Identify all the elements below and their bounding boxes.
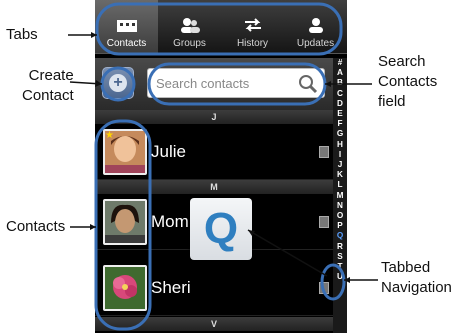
contact-name: Julie [151, 142, 186, 161]
groups-icon [179, 16, 201, 34]
contact-photo [103, 199, 147, 245]
tab-bar: Contacts Groups History Updates [95, 0, 347, 54]
tab-history[interactable]: History [221, 0, 284, 53]
contacts-icon [116, 16, 138, 34]
search-field-annotation-label: Search Contacts field [378, 53, 438, 110]
index-letter-l[interactable]: L [337, 180, 342, 190]
index-letter-k[interactable]: K [337, 170, 343, 180]
google-account-icon [319, 216, 329, 228]
tab-updates[interactable]: Updates [284, 0, 347, 53]
phone-screen: Contacts Groups History Updates + Search [95, 0, 347, 333]
section-header: J [95, 110, 333, 124]
index-letter-n[interactable]: N [337, 201, 343, 211]
index-letter-hash[interactable]: # [338, 58, 343, 68]
list-item[interactable]: Sheri [95, 260, 333, 316]
index-letter-m[interactable]: M [337, 191, 344, 201]
tab-groups[interactable]: Groups [158, 0, 221, 53]
index-letter-i[interactable]: I [339, 150, 341, 160]
create-contact-button[interactable]: + [102, 67, 134, 99]
alphabet-index-bar[interactable]: # A B C D E F G H I J K L M N O P Q R S T U [333, 58, 347, 333]
section-header: M [95, 180, 333, 194]
index-letter-o[interactable]: O [337, 211, 343, 221]
index-letter-e[interactable]: E [337, 109, 342, 119]
contact-photo [103, 265, 147, 311]
tab-label: Groups [173, 38, 206, 49]
contact-name: Sheri [151, 278, 191, 297]
index-letter-u[interactable]: U [337, 272, 343, 282]
create-contact-annotation-label: Create Contact [22, 67, 74, 104]
plus-icon: + [109, 74, 127, 92]
index-letter-h[interactable]: H [337, 140, 343, 150]
index-letter-g[interactable]: G [337, 129, 343, 139]
index-letter-f[interactable]: F [337, 119, 342, 129]
history-icon [242, 16, 264, 34]
index-letter-t[interactable]: T [337, 262, 342, 272]
search-contacts-field[interactable]: Search contacts [147, 68, 325, 98]
index-letter-p[interactable]: P [337, 221, 342, 231]
index-letter-b[interactable]: B [337, 78, 343, 88]
search-icon [299, 75, 318, 94]
index-letter-j[interactable]: J [338, 160, 343, 170]
section-header: V [95, 317, 333, 331]
index-letter-c[interactable]: C [337, 89, 343, 99]
google-account-icon [319, 146, 329, 158]
contacts-annotation-label: Contacts [6, 218, 66, 235]
updates-icon [305, 16, 327, 34]
tabs-annotation-label: Tabs [6, 26, 38, 43]
tab-label: Contacts [106, 38, 147, 49]
tabbed-navigation-annotation-label: Tabbed Navigation [381, 259, 452, 296]
contact-name: Mom [151, 212, 189, 231]
tab-label: Updates [296, 38, 335, 49]
index-letter-s[interactable]: S [337, 252, 342, 262]
index-letter-popup: Q [190, 198, 252, 260]
search-row: + Search contacts [95, 58, 347, 110]
index-letter-r[interactable]: R [337, 242, 343, 252]
tab-label: History [236, 38, 269, 49]
search-placeholder: Search contacts [156, 76, 250, 91]
index-letter-q[interactable]: Q [337, 231, 343, 241]
google-account-icon [319, 282, 329, 294]
list-item[interactable]: ★ Julie [95, 124, 333, 180]
favorite-star-icon: ★ [105, 130, 114, 141]
tab-contacts[interactable]: Contacts [95, 0, 158, 53]
index-letter-d[interactable]: D [337, 99, 343, 109]
index-letter-a[interactable]: A [337, 68, 343, 78]
